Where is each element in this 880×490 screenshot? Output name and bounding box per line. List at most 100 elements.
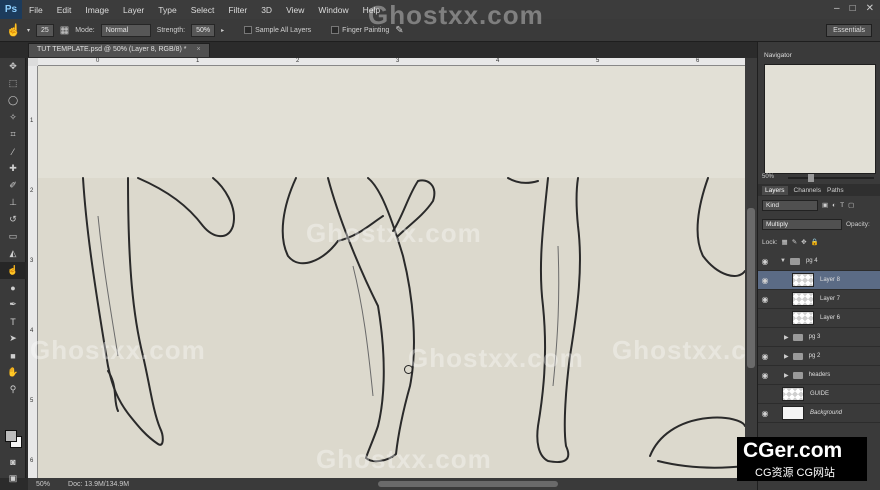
filter-adjust-icon[interactable]: ◐ <box>832 202 836 209</box>
menu-file[interactable]: File <box>22 5 50 15</box>
tab-layers[interactable]: Layers <box>762 185 788 195</box>
expand-arrow-icon[interactable]: ▶ <box>784 353 789 360</box>
filter-image-icon[interactable]: ▣ <box>822 201 828 209</box>
layer-row[interactable]: ◉ GUIDE <box>758 385 880 404</box>
visibility-eye-icon[interactable]: ◉ <box>758 333 772 342</box>
vertical-scrollbar[interactable] <box>745 58 757 478</box>
lock-pixels-icon[interactable]: ▦ <box>782 238 788 246</box>
menu-filter[interactable]: Filter <box>221 5 254 15</box>
layer-filter-select[interactable]: Kind <box>762 199 818 211</box>
paint-bucket-tool-icon[interactable]: ◭ <box>0 245 26 262</box>
tool-preset-chevron-icon[interactable]: ▾ <box>27 27 30 34</box>
brush-panel-icon[interactable]: ▦ <box>60 25 69 36</box>
quick-select-tool-icon[interactable]: ✧ <box>0 109 26 126</box>
smudge-tool-icon[interactable]: ☝ <box>6 23 21 37</box>
menu-view[interactable]: View <box>279 5 311 15</box>
smudge-tool-icon[interactable]: ☝ <box>0 262 26 279</box>
layer-name: GUIDE <box>810 391 830 397</box>
menu-select[interactable]: Select <box>184 5 222 15</box>
dodge-tool-icon[interactable]: ● <box>0 279 26 296</box>
sample-all-layers-checkbox[interactable]: Sample All Layers <box>244 26 311 34</box>
layer-row-group[interactable]: ◉ ▶ pg 2 <box>758 347 880 366</box>
hand-tool-icon[interactable]: ✋ <box>0 364 26 381</box>
minimize-button[interactable]: – <box>834 3 840 14</box>
crop-tool-icon[interactable]: ⌗ <box>0 126 26 143</box>
ruler-tick: 5 <box>30 398 34 404</box>
visibility-eye-icon[interactable]: ◉ <box>758 257 772 266</box>
close-document-icon[interactable]: × <box>196 46 200 53</box>
ruler-origin[interactable] <box>28 58 38 66</box>
lasso-tool-icon[interactable]: ◯ <box>0 92 26 109</box>
shape-tool-icon[interactable]: ■ <box>0 347 26 364</box>
visibility-eye-icon[interactable]: ◉ <box>758 390 772 399</box>
strength-chevron-icon[interactable]: ▸ <box>221 27 224 34</box>
eyedropper-tool-icon[interactable]: ⁄ <box>0 143 26 160</box>
maximize-button[interactable]: □ <box>850 3 856 14</box>
type-tool-icon[interactable]: T <box>0 313 26 330</box>
mode-select[interactable]: Normal <box>100 23 151 37</box>
pen-tool-icon[interactable]: ✒ <box>0 296 26 313</box>
eraser-tool-icon[interactable]: ▭ <box>0 228 26 245</box>
visibility-eye-icon[interactable]: ◉ <box>758 276 772 285</box>
layer-row[interactable]: ◉ Layer 6 <box>758 309 880 328</box>
brush-tool-icon[interactable]: ✐ <box>0 177 26 194</box>
quick-mask-icon[interactable]: ◙ <box>0 453 26 470</box>
status-zoom[interactable]: 50% <box>36 481 50 488</box>
screen-mode-icon[interactable]: ▣ <box>0 470 26 487</box>
menu-type[interactable]: Type <box>151 5 183 15</box>
close-button[interactable]: ✕ <box>866 3 874 14</box>
workspace-switcher[interactable]: Essentials <box>826 24 872 37</box>
layer-row[interactable]: ◉ Background <box>758 404 880 423</box>
watermark: Ghostxx.com <box>408 343 584 373</box>
marquee-tool-icon[interactable]: ⬚ <box>0 75 26 92</box>
watermark: Ghostxx.com <box>368 0 544 30</box>
lock-paint-icon[interactable]: ✎ <box>792 238 797 246</box>
lock-position-icon[interactable]: ✥ <box>801 238 806 246</box>
tab-channels[interactable]: Channels <box>794 187 821 194</box>
tab-paths[interactable]: Paths <box>827 187 844 194</box>
menu-layer[interactable]: Layer <box>116 5 151 15</box>
layer-row-group[interactable]: ◉ ▶ headers <box>758 366 880 385</box>
menu-window[interactable]: Window <box>311 5 355 15</box>
layer-row-group[interactable]: ◉ ▶ pg 3 <box>758 328 880 347</box>
layer-row-selected[interactable]: ◉ Layer 8 <box>758 271 880 290</box>
filter-shape-icon[interactable]: ▢ <box>848 201 854 209</box>
document-canvas[interactable] <box>38 66 745 478</box>
path-select-tool-icon[interactable]: ➤ <box>0 330 26 347</box>
zoom-tool-icon[interactable]: ⚲ <box>0 381 26 398</box>
filter-type-icon[interactable]: T <box>840 202 844 209</box>
visibility-eye-icon[interactable]: ◉ <box>758 352 772 361</box>
visibility-eye-icon[interactable]: ◉ <box>758 295 772 304</box>
status-doc-info[interactable]: Doc: 13.9M/134.9M <box>68 481 129 488</box>
navigator-preview[interactable] <box>764 64 876 174</box>
move-tool-icon[interactable]: ✥ <box>0 58 26 75</box>
navigator-zoom[interactable]: 50% <box>762 174 774 180</box>
history-brush-tool-icon[interactable]: ↺ <box>0 211 26 228</box>
visibility-eye-icon[interactable]: ◉ <box>758 371 772 380</box>
clone-stamp-tool-icon[interactable]: ⊥ <box>0 194 26 211</box>
foreground-color-swatch[interactable] <box>5 430 17 442</box>
expand-arrow-icon[interactable]: ▶ <box>784 372 789 379</box>
healing-brush-tool-icon[interactable]: ✚ <box>0 160 26 177</box>
lock-all-icon[interactable]: 🔒 <box>811 238 819 246</box>
layer-row[interactable]: ◉ Layer 7 <box>758 290 880 309</box>
document-tab[interactable]: TUT TEMPLATE.psd @ 50% (Layer 8, RGB/8) … <box>28 43 210 57</box>
navigator-zoom-slider[interactable] <box>788 174 874 182</box>
visibility-eye-icon[interactable]: ◉ <box>758 409 772 418</box>
blend-mode-select[interactable]: Multiply <box>762 218 842 230</box>
vertical-scroll-thumb[interactable] <box>747 208 755 368</box>
slider-knob[interactable] <box>808 174 814 182</box>
menu-edit[interactable]: Edit <box>50 5 79 15</box>
horizontal-scroll-thumb[interactable] <box>378 481 558 487</box>
menu-image[interactable]: Image <box>78 5 116 15</box>
expand-arrow-icon[interactable]: ▶ <box>784 334 789 341</box>
expand-arrow-icon[interactable]: ▼ <box>780 258 786 264</box>
visibility-eye-icon[interactable]: ◉ <box>758 314 772 323</box>
strength-input[interactable]: 50% <box>191 23 216 37</box>
menu-3d[interactable]: 3D <box>254 5 279 15</box>
brush-size-picker[interactable]: 25 <box>35 23 54 37</box>
watermark: Ghostxx.com <box>316 444 492 474</box>
layer-row-group[interactable]: ◉ ▼ pg 4 <box>758 252 880 271</box>
navigator-panel-title[interactable]: Navigator <box>764 52 792 59</box>
horizontal-ruler: 0 1 2 3 4 5 6 <box>38 58 745 66</box>
